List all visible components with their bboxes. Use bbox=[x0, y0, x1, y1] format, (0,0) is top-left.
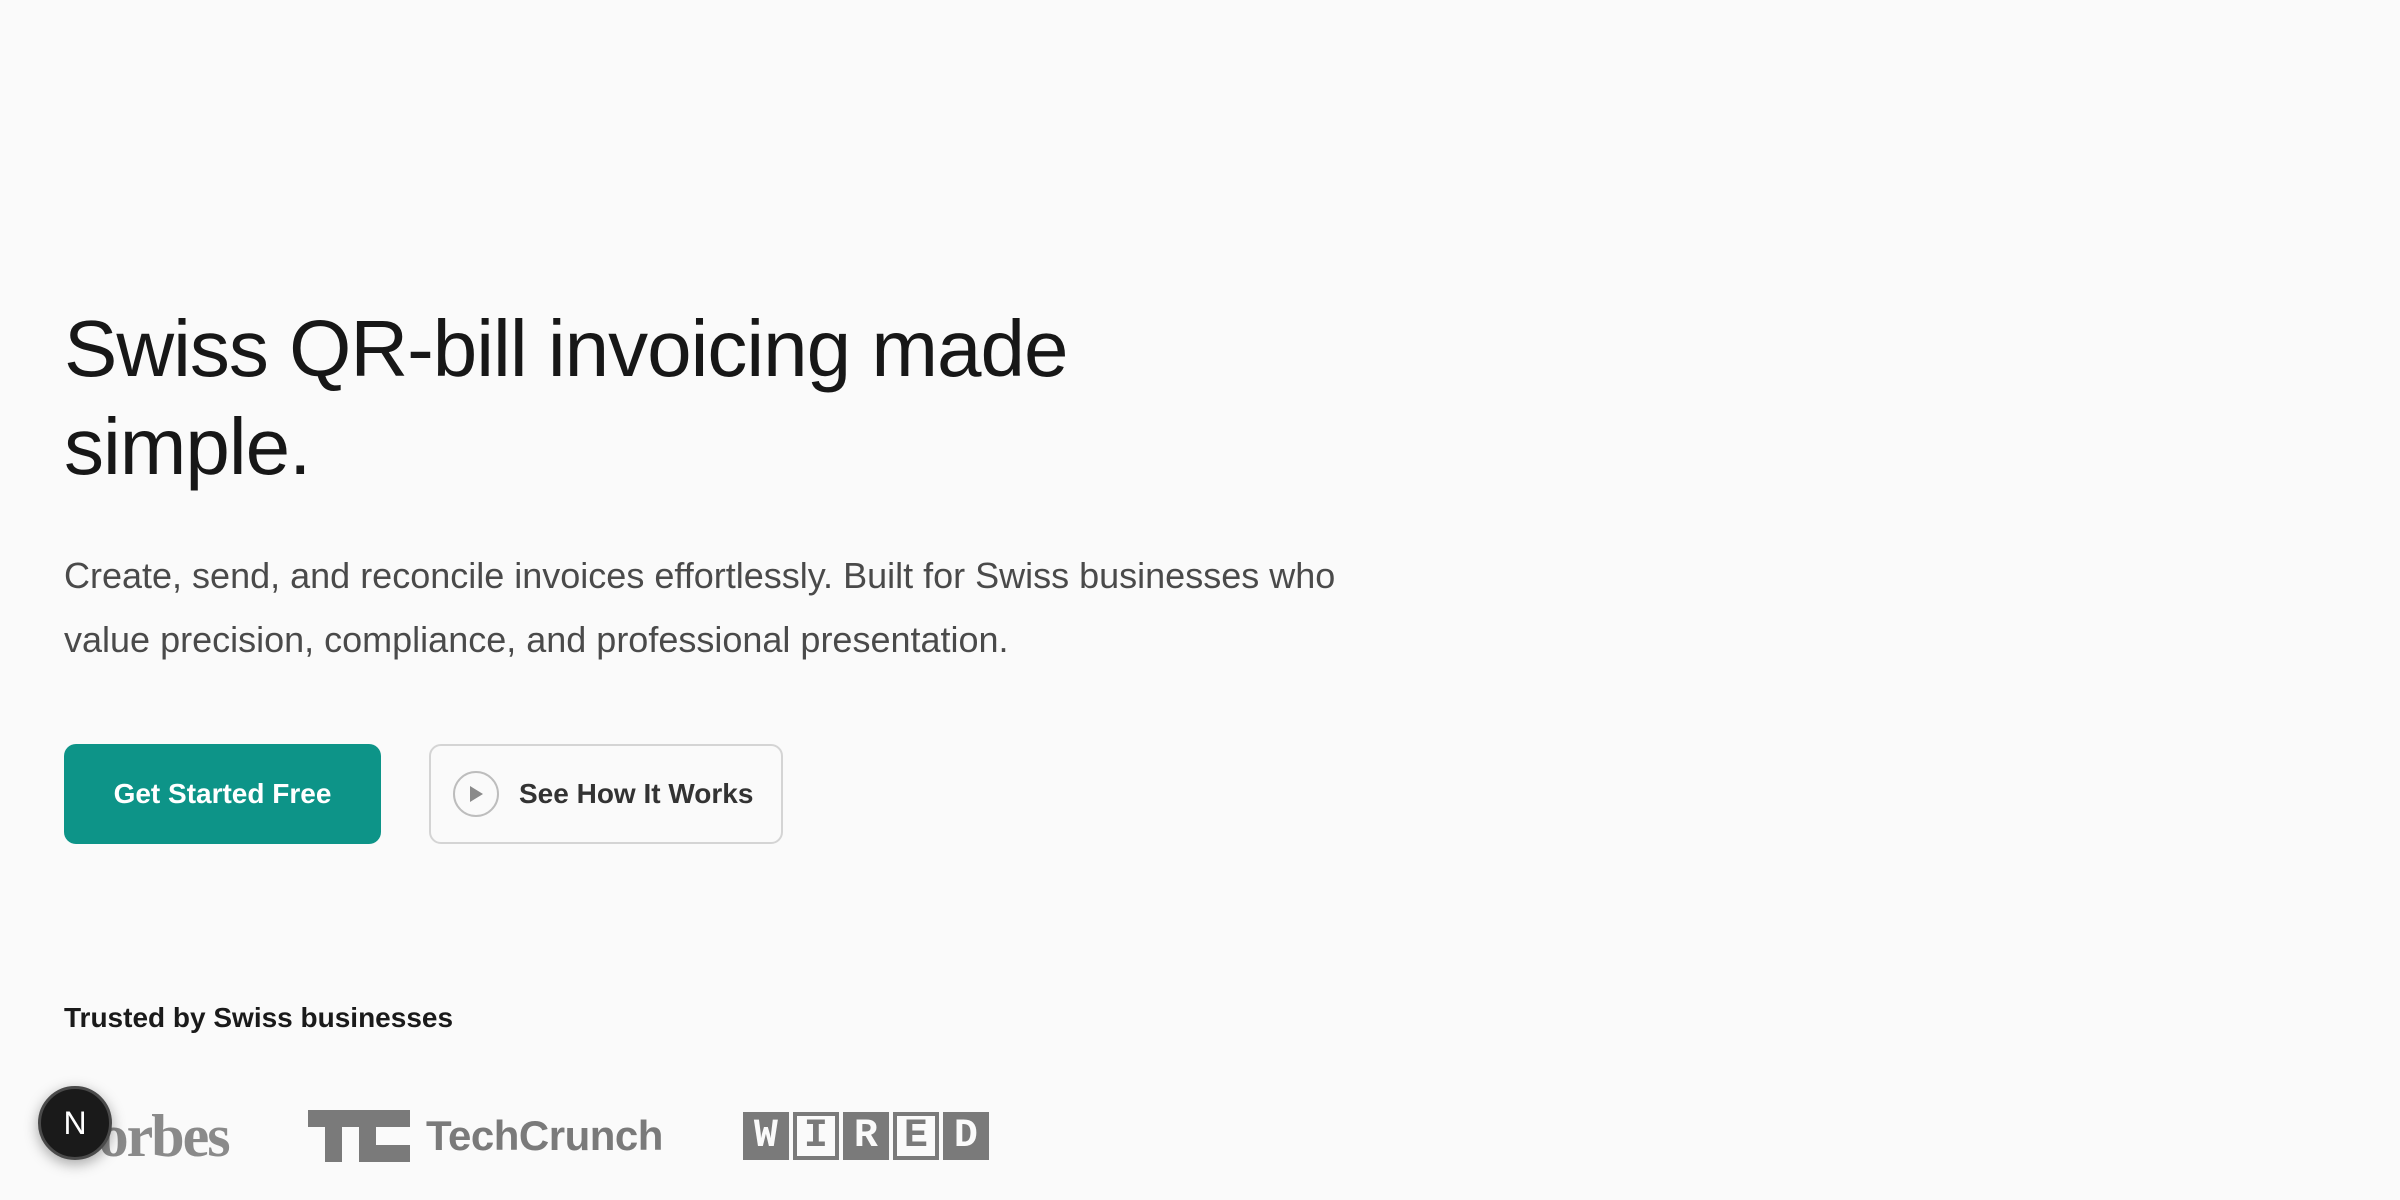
hero-section: Swiss QR-bill invoicing made simple. Cre… bbox=[64, 300, 1464, 844]
wired-letter: I bbox=[792, 1112, 839, 1160]
hero-headline: Swiss QR-bill invoicing made simple. bbox=[64, 304, 1068, 491]
wired-letter: E bbox=[892, 1112, 939, 1160]
play-icon bbox=[453, 771, 499, 817]
nextjs-dev-badge[interactable]: N bbox=[38, 1086, 112, 1160]
hero-subheadline: Create, send, and reconcile invoices eff… bbox=[64, 555, 1336, 660]
hero-actions: Get Started Free See How It Works bbox=[64, 744, 1464, 844]
techcrunch-wordmark: TechCrunch bbox=[426, 1112, 663, 1159]
wired-logo: W I R E D bbox=[742, 1112, 989, 1160]
landing-page: Swiss QR-bill invoicing made simple. Cre… bbox=[0, 0, 2400, 1200]
see-how-it-works-button[interactable]: See How It Works bbox=[429, 744, 783, 844]
get-started-button[interactable]: Get Started Free bbox=[64, 744, 381, 844]
techcrunch-mark-icon bbox=[308, 1110, 410, 1162]
wired-letter: R bbox=[842, 1112, 889, 1160]
see-how-it-works-label: See How It Works bbox=[519, 778, 754, 809]
trusted-by-heading: Trusted by Swiss businesses bbox=[64, 1002, 454, 1033]
wired-letter: W bbox=[742, 1112, 789, 1160]
press-logos: Forbes TechCrunch W I R E D bbox=[64, 1106, 989, 1166]
wired-letter: D bbox=[942, 1112, 989, 1160]
techcrunch-logo: TechCrunch bbox=[308, 1110, 663, 1162]
